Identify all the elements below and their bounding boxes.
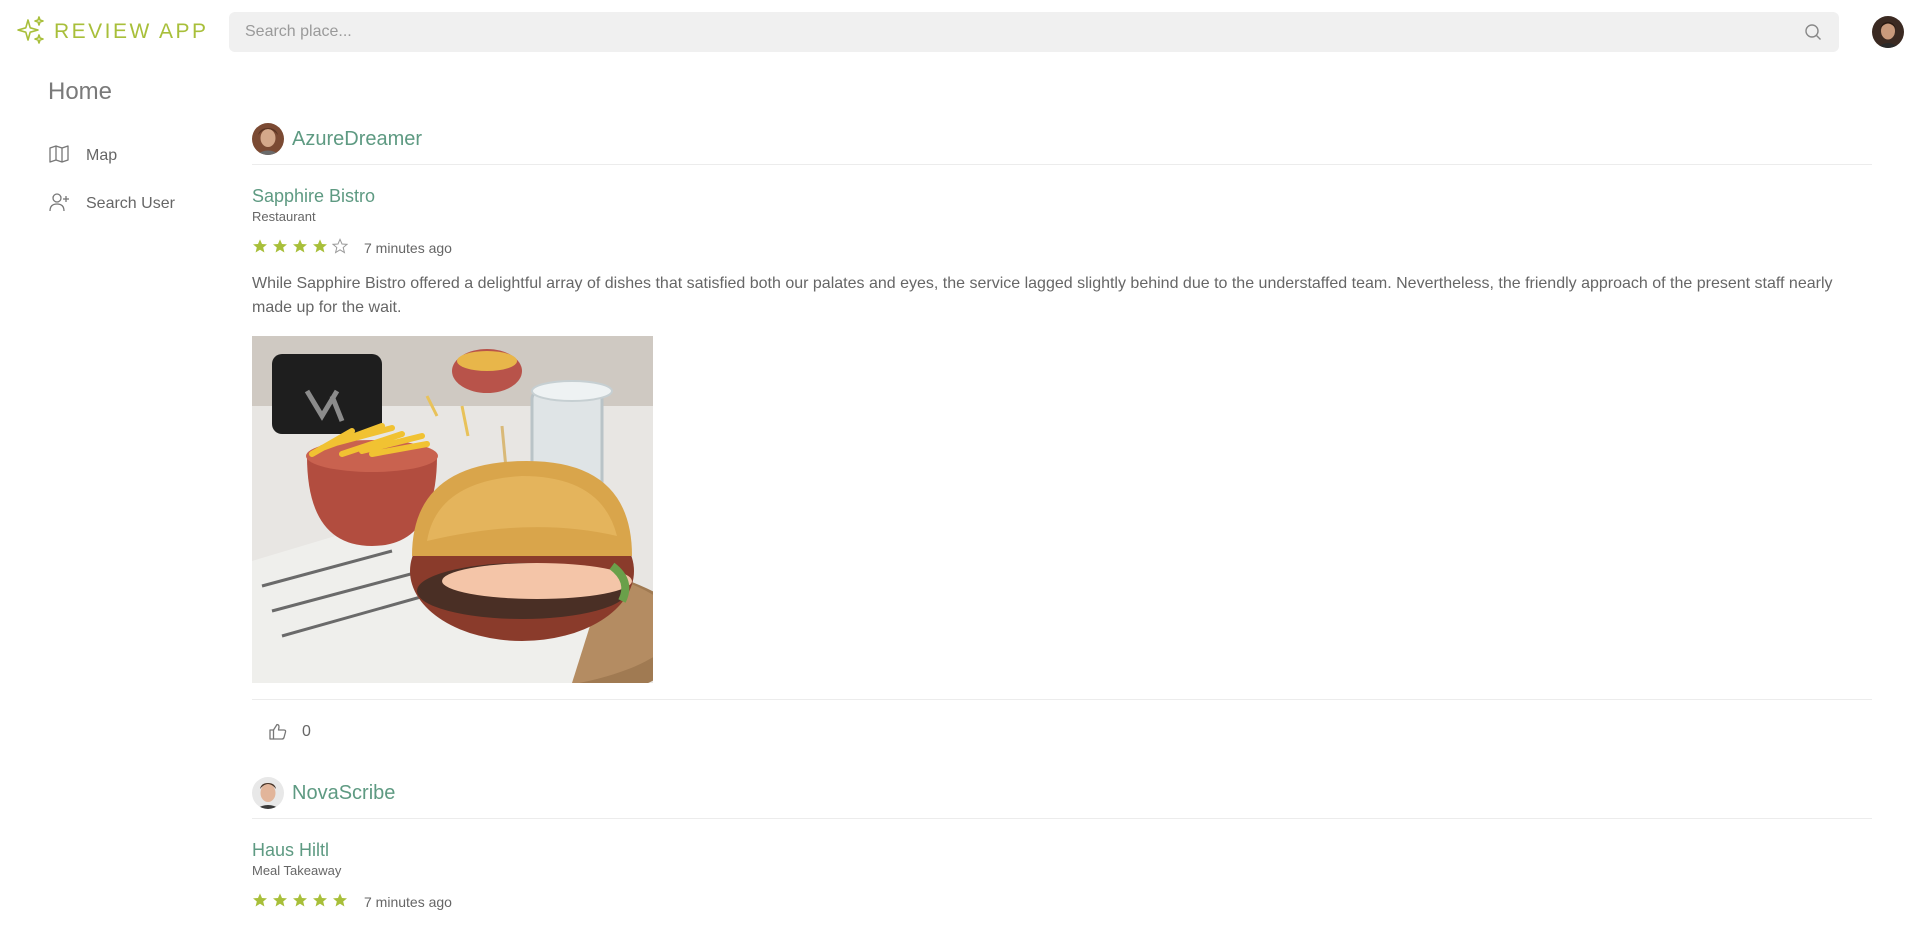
user-avatar[interactable] xyxy=(1872,16,1904,48)
sidebar-item-label: Search User xyxy=(86,195,175,212)
top-bar: REVIEW APP xyxy=(0,0,1918,64)
user-plus-icon xyxy=(48,191,70,218)
search-input[interactable] xyxy=(245,23,1803,41)
place-name[interactable]: Sapphire Bistro xyxy=(252,186,1872,207)
sidebar: Home Map Search User xyxy=(0,64,229,946)
review-author: NovaScribe xyxy=(252,764,1872,818)
star-rating xyxy=(252,237,349,259)
author-name[interactable]: NovaScribe xyxy=(292,782,395,805)
review-photo[interactable] xyxy=(252,336,653,683)
star-filled-icon xyxy=(312,892,328,913)
review-feed: AzureDreamer Sapphire Bistro Restaurant … xyxy=(252,110,1872,912)
review-meta: 7 minutes ago xyxy=(252,237,1872,259)
search-bar xyxy=(229,12,1839,52)
like-count: 0 xyxy=(302,723,311,740)
review-time: 7 minutes ago xyxy=(364,894,452,910)
star-filled-icon xyxy=(312,238,328,259)
star-filled-icon xyxy=(292,892,308,913)
thumbs-up-icon[interactable] xyxy=(266,720,290,744)
star-filled-icon xyxy=(332,892,348,913)
sidebar-item-label: Map xyxy=(86,147,118,164)
divider xyxy=(252,818,1872,819)
review-card: NovaScribe Haus Hiltl Meal Takeaway 7 mi… xyxy=(252,764,1872,912)
star-rating xyxy=(252,892,348,913)
sparkle-icon xyxy=(16,15,46,50)
star-filled-icon xyxy=(292,238,308,259)
star-filled-icon xyxy=(272,892,288,913)
review-author: AzureDreamer xyxy=(252,110,1872,164)
place-category: Meal Takeaway xyxy=(252,863,342,878)
review-card: AzureDreamer Sapphire Bistro Restaurant … xyxy=(252,110,1872,764)
author-avatar[interactable] xyxy=(252,123,284,155)
search-icon[interactable] xyxy=(1803,22,1823,42)
review-time: 7 minutes ago xyxy=(364,240,452,256)
review-meta: 7 minutes ago xyxy=(252,892,1872,912)
star-filled-icon xyxy=(272,238,288,259)
app-logo[interactable]: REVIEW APP xyxy=(16,15,209,50)
app-name: REVIEW APP xyxy=(54,20,209,43)
divider xyxy=(252,164,1872,165)
place-category: Restaurant xyxy=(252,209,316,224)
star-empty-icon xyxy=(331,237,349,259)
sidebar-item-search-user[interactable]: Search User xyxy=(48,190,175,218)
review-actions: 0 xyxy=(252,700,1872,764)
review-text: While Sapphire Bistro offered a delightf… xyxy=(252,275,1833,316)
sidebar-title[interactable]: Home xyxy=(48,78,112,106)
author-name[interactable]: AzureDreamer xyxy=(292,128,422,151)
place-name[interactable]: Haus Hiltl xyxy=(252,840,1872,861)
author-avatar[interactable] xyxy=(252,777,284,809)
star-filled-icon xyxy=(252,892,268,913)
star-filled-icon xyxy=(252,238,268,259)
map-icon xyxy=(48,143,70,170)
sidebar-item-map[interactable]: Map xyxy=(48,142,117,170)
